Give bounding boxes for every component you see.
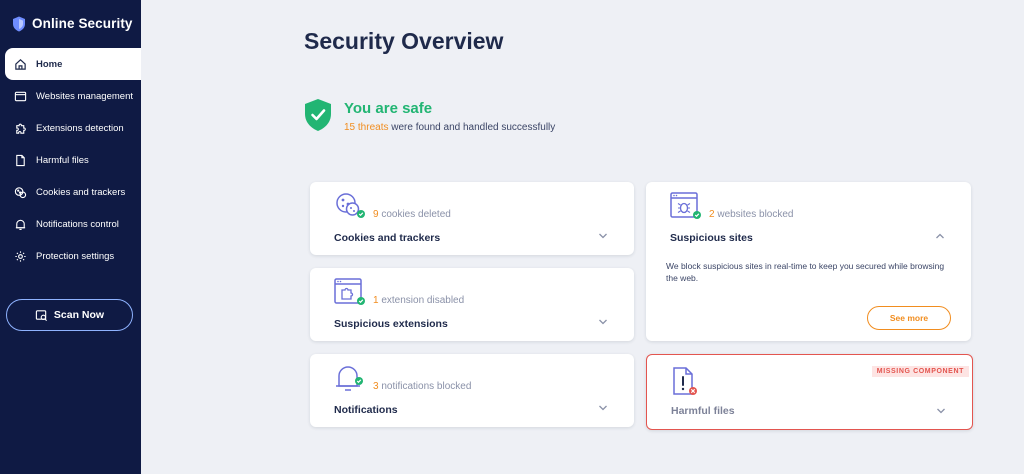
cookies-card[interactable]: 9 cookies deleted Cookies and trackers xyxy=(310,182,634,255)
chevron-up-icon[interactable] xyxy=(935,232,945,240)
extensions-card-title: Suspicious extensions xyxy=(334,318,448,330)
sidebar-item-label: Harmful files xyxy=(36,154,89,166)
see-more-button[interactable]: See more xyxy=(867,306,951,330)
bug-window-icon xyxy=(670,192,701,219)
sidebar-item-label: Protection settings xyxy=(36,250,115,262)
cookies-card-title: Cookies and trackers xyxy=(334,232,441,244)
sidebar-nav: Home Websites management Extensions dete… xyxy=(0,48,141,272)
shield-check-icon xyxy=(305,99,331,131)
bell-icon xyxy=(336,366,363,391)
safe-status-title: You are safe xyxy=(344,100,433,117)
brand: Online Security xyxy=(0,0,141,47)
sidebar-item-label: Websites management xyxy=(36,90,133,102)
gear-icon xyxy=(15,250,26,262)
threat-count: 15 threats xyxy=(344,122,389,133)
sites-description: We block suspicious sites in real-time t… xyxy=(666,261,945,283)
browser-window-icon xyxy=(14,91,27,101)
sidebar-item-websites-management[interactable]: Websites management xyxy=(0,80,141,112)
file-warning-icon xyxy=(673,367,697,395)
missing-component-badge: MISSING COMPONENT xyxy=(871,366,969,377)
sidebar-item-home[interactable]: Home xyxy=(5,48,141,80)
extensions-stat: 1 extension disabled xyxy=(373,295,464,306)
notifications-card-title: Notifications xyxy=(334,404,398,416)
sidebar-item-label: Extensions detection xyxy=(36,122,124,134)
cookies-stat-text: cookies deleted xyxy=(378,209,451,220)
sidebar-item-label: Cookies and trackers xyxy=(36,186,126,198)
file-icon xyxy=(16,154,25,166)
sidebar-item-label: Notifications control xyxy=(36,218,119,230)
chevron-down-icon[interactable] xyxy=(598,318,608,326)
bell-icon xyxy=(15,219,26,230)
sidebar-item-notifications-control[interactable]: Notifications control xyxy=(0,208,141,240)
scan-now-button[interactable]: Scan Now xyxy=(6,299,133,331)
threat-summary: 15 threats were found and handled succes… xyxy=(344,122,555,133)
app-title: Online Security xyxy=(32,16,133,31)
extensions-card[interactable]: 1 extension disabled Suspicious extensio… xyxy=(310,268,634,341)
cookie-icon xyxy=(336,193,365,218)
cookie-icon xyxy=(14,186,27,198)
shield-logo-icon xyxy=(13,16,25,31)
home-icon xyxy=(15,58,26,70)
puzzle-icon xyxy=(16,123,26,134)
sidebar-item-cookies-and-trackers[interactable]: Cookies and trackers xyxy=(0,176,141,208)
page-title: Security Overview xyxy=(304,28,504,54)
notifications-card[interactable]: 3 notifications blocked Notifications xyxy=(310,354,634,427)
extensions-stat-text: extension disabled xyxy=(378,295,465,306)
sites-card-title: Suspicious sites xyxy=(670,232,753,244)
threat-summary-text: were found and handled successfully xyxy=(388,122,556,133)
cookies-stat: 9 cookies deleted xyxy=(373,209,451,220)
harmful-files-card[interactable]: MISSING COMPONENT Harmful files xyxy=(646,354,973,430)
chevron-down-icon[interactable] xyxy=(598,232,608,240)
sites-stat: 2 websites blocked xyxy=(709,209,794,220)
sidebar-item-label: Home xyxy=(36,58,63,70)
sidebar-item-harmful-files[interactable]: Harmful files xyxy=(0,144,141,176)
puzzle-window-icon xyxy=(334,278,365,305)
chevron-down-icon[interactable] xyxy=(598,404,608,412)
sites-stat-text: websites blocked xyxy=(714,209,794,220)
sidebar-item-extensions-detection[interactable]: Extensions detection xyxy=(0,112,141,144)
chevron-down-icon[interactable] xyxy=(936,407,946,415)
notifications-stat-text: notifications blocked xyxy=(378,381,472,392)
safety-status: You are safe 15 threats were found and h… xyxy=(304,98,555,133)
notifications-stat: 3 notifications blocked xyxy=(373,381,471,392)
scan-icon xyxy=(35,309,47,321)
files-card-title: Harmful files xyxy=(671,405,735,417)
scan-now-label: Scan Now xyxy=(53,309,105,321)
suspicious-sites-card[interactable]: 2 websites blocked Suspicious sites We b… xyxy=(646,182,971,341)
sidebar-item-protection-settings[interactable]: Protection settings xyxy=(0,240,141,272)
sidebar: Online Security Home Websites management… xyxy=(0,0,141,474)
